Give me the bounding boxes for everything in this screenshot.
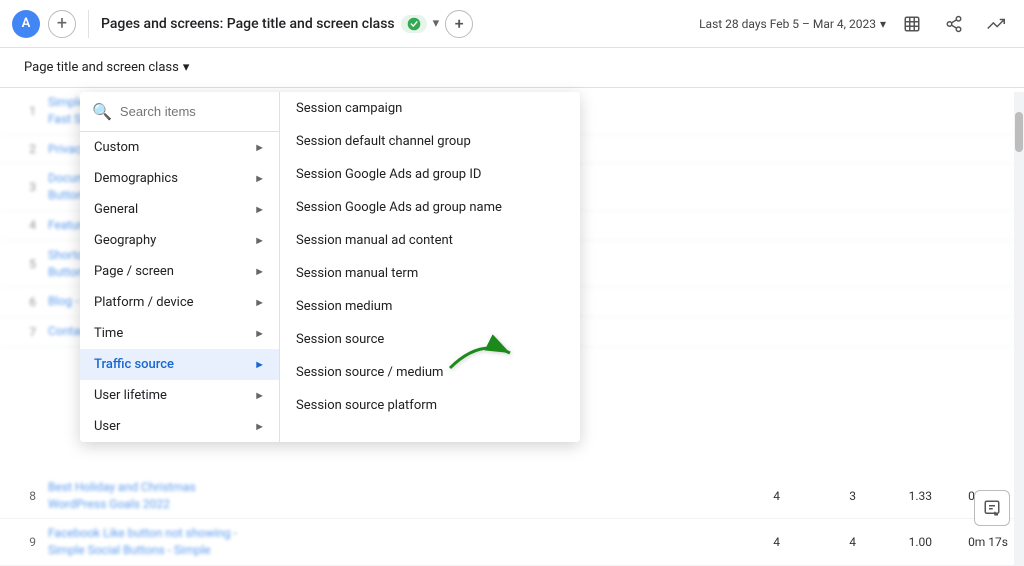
table-row: 8 Best Holiday and ChristmasWordPress Go… <box>0 473 1024 520</box>
dropdown-right-panel: Session campaign Session default channel … <box>280 92 580 442</box>
dropdown-left-panel: 🔍 Custom ► Demographics ► General ► Geog… <box>80 92 280 442</box>
top-bar: A + Pages and screens: Page title and sc… <box>0 0 1024 48</box>
sub-menu-item[interactable]: Session campaign <box>280 92 580 125</box>
status-dropdown-icon[interactable]: ▾ <box>433 16 440 31</box>
sub-menu-item-label: Session source / medium <box>296 365 443 380</box>
menu-item-label: Page / screen <box>94 264 174 279</box>
menu-chevron-icon: ► <box>254 327 265 340</box>
dimension-dropdown: 🔍 Custom ► Demographics ► General ► Geog… <box>80 92 580 442</box>
row-number: 1 <box>16 104 36 118</box>
add-comparison-button[interactable]: + <box>445 10 473 38</box>
menu-item-user[interactable]: User ► <box>80 411 279 442</box>
sub-menu-item-label: Session source <box>296 332 384 347</box>
status-badge <box>401 15 427 33</box>
menu-item-time[interactable]: Time ► <box>80 318 279 349</box>
column-selector-label: Page title and screen class <box>24 60 179 75</box>
menu-item-label: Demographics <box>94 171 178 186</box>
sub-menu-item[interactable]: Session source / medium <box>280 356 580 389</box>
menu-items: Custom ► Demographics ► General ► Geogra… <box>80 132 279 442</box>
sub-menu-item-label: Session manual term <box>296 266 418 281</box>
feedback-button[interactable] <box>974 490 1010 526</box>
menu-chevron-icon: ► <box>254 420 265 433</box>
menu-item-label: Geography <box>94 233 156 248</box>
menu-item-label: Time <box>94 326 123 341</box>
add-property-button[interactable]: + <box>48 10 76 38</box>
sub-menu-item[interactable]: Session manual ad content <box>280 224 580 257</box>
menu-chevron-icon: ► <box>254 172 265 185</box>
divider <box>88 10 89 38</box>
row-number: 4 <box>16 218 36 232</box>
menu-item-label: Custom <box>94 140 139 155</box>
sub-menu-item-label: Session source platform <box>296 398 437 413</box>
sub-menu-item-label: Session campaign <box>296 101 402 116</box>
search-box: 🔍 <box>80 92 279 132</box>
menu-item-label: User lifetime <box>94 388 167 403</box>
row-title: Best Holiday and ChristmasWordPress Goal… <box>48 479 716 513</box>
menu-item-label: General <box>94 202 138 217</box>
sub-menu-item-label: Session Google Ads ad group name <box>296 200 502 215</box>
row-number: 5 <box>16 257 36 271</box>
menu-item-user-lifetime[interactable]: User lifetime ► <box>80 380 279 411</box>
sub-menu-item[interactable]: Session default channel group <box>280 125 580 158</box>
row-number: 3 <box>16 180 36 194</box>
customize-report-button[interactable] <box>896 8 928 40</box>
sub-menu-item[interactable]: Session Google Ads ad group ID <box>280 158 580 191</box>
scrollbar-track <box>1014 92 1024 566</box>
column-selector-chevron: ▾ <box>183 60 190 75</box>
row-number: 2 <box>16 142 36 156</box>
date-range-text: Last 28 days Feb 5 – Mar 4, 2023 <box>699 17 876 31</box>
menu-chevron-icon: ► <box>254 234 265 247</box>
table-header: Page title and screen class ▾ <box>0 48 1024 88</box>
page-title: Pages and screens: Page title and screen… <box>101 16 395 32</box>
insights-button[interactable] <box>980 8 1012 40</box>
menu-item-label: Platform / device <box>94 295 194 310</box>
sub-menu-item[interactable]: Session source platform <box>280 389 580 422</box>
menu-item-label: Traffic source <box>94 357 174 372</box>
top-right-controls: Last 28 days Feb 5 – Mar 4, 2023 ▾ <box>699 8 1012 40</box>
search-icon: 🔍 <box>92 102 112 121</box>
sub-menu-item-label: Session default channel group <box>296 134 471 149</box>
row-title: Facebook Like button not showing -Simple… <box>48 525 716 559</box>
row-number: 7 <box>16 325 36 339</box>
search-input[interactable] <box>120 104 296 119</box>
row-values: 431.330m 22s <box>728 489 1008 503</box>
main-area: Page title and screen class ▾ 1 Simple S… <box>0 48 1024 566</box>
menu-item-custom[interactable]: Custom ► <box>80 132 279 163</box>
date-range-selector[interactable]: Last 28 days Feb 5 – Mar 4, 2023 ▾ <box>699 17 886 31</box>
avatar[interactable]: A <box>12 10 40 38</box>
row-number: 9 <box>16 535 36 549</box>
scrollbar-thumb[interactable] <box>1015 112 1023 152</box>
sub-menu-item-label: Session manual ad content <box>296 233 453 248</box>
menu-chevron-icon: ► <box>254 358 265 371</box>
menu-item-traffic-source[interactable]: Traffic source ► <box>80 349 279 380</box>
menu-item-platform-device[interactable]: Platform / device ► <box>80 287 279 318</box>
sub-menu-item[interactable]: Session manual term <box>280 257 580 290</box>
sub-menu-item[interactable]: Session Google Ads ad group name <box>280 191 580 224</box>
menu-chevron-icon: ► <box>254 389 265 402</box>
bottom-rows-area: 8 Best Holiday and ChristmasWordPress Go… <box>0 473 1024 566</box>
row-number: 8 <box>16 489 36 503</box>
row-number: 6 <box>16 295 36 309</box>
sub-menu-item-label: Session Google Ads ad group ID <box>296 167 481 182</box>
menu-item-demographics[interactable]: Demographics ► <box>80 163 279 194</box>
sub-menu-item-label: Session medium <box>296 299 392 314</box>
sub-menu-item[interactable]: Session medium <box>280 290 580 323</box>
row-values: 441.000m 17s <box>728 535 1008 549</box>
menu-chevron-icon: ► <box>254 265 265 278</box>
sub-items: Session campaign Session default channel … <box>280 92 580 422</box>
date-range-chevron: ▾ <box>880 17 886 31</box>
menu-chevron-icon: ► <box>254 203 265 216</box>
menu-item-label: User <box>94 419 120 434</box>
menu-item-general[interactable]: General ► <box>80 194 279 225</box>
page-title-area: Pages and screens: Page title and screen… <box>101 10 691 38</box>
table-row: 9 Facebook Like button not showing -Simp… <box>0 519 1024 566</box>
sub-menu-item[interactable]: Session source <box>280 323 580 356</box>
menu-item-geography[interactable]: Geography ► <box>80 225 279 256</box>
menu-chevron-icon: ► <box>254 296 265 309</box>
column-selector[interactable]: Page title and screen class ▾ <box>16 56 197 79</box>
share-button[interactable] <box>938 8 970 40</box>
menu-item-page-screen[interactable]: Page / screen ► <box>80 256 279 287</box>
menu-chevron-icon: ► <box>254 141 265 154</box>
